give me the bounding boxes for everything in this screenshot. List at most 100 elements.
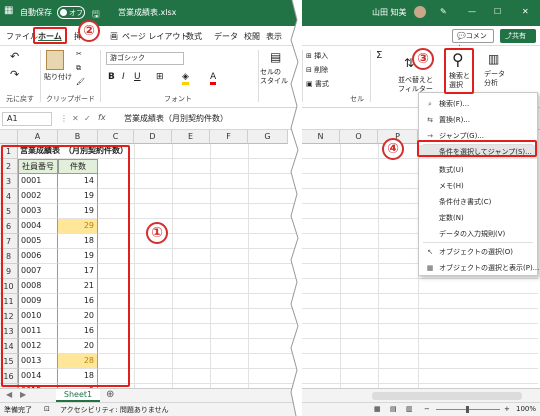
data-range-highlight	[1, 145, 130, 387]
col-header-a[interactable]: A	[18, 130, 58, 144]
menu-item-label: オブジェクトの選択と表示(P)...	[439, 264, 540, 272]
redo-icon[interactable]: ↷	[10, 68, 19, 81]
autosave-label: 自動保存	[20, 8, 52, 17]
formula-menu-icon[interactable]: ⋮	[60, 114, 68, 123]
name-box[interactable]: A1	[2, 112, 52, 126]
zoom-slider-thumb[interactable]	[466, 406, 469, 413]
add-sheet-icon[interactable]: ⊕	[106, 389, 114, 400]
cut-icon[interactable]: ✂	[76, 50, 82, 58]
callout-3: ③	[412, 48, 434, 70]
bold-icon[interactable]: B	[108, 72, 115, 82]
grid-line	[172, 144, 173, 388]
tab-data[interactable]: データ	[214, 31, 238, 42]
close-icon[interactable]: ✕	[522, 7, 529, 16]
menu-item[interactable]: ⇆ 置換(R)...	[419, 113, 537, 127]
tab-formulas[interactable]: 数式	[186, 31, 202, 42]
undo-icon[interactable]: ↶	[10, 50, 19, 63]
zoom-level[interactable]: 100%	[516, 405, 536, 413]
maximize-icon[interactable]: ☐	[494, 7, 501, 16]
menu-item[interactable]: ↖ オブジェクトの選択(O)	[419, 245, 537, 259]
fill-color-icon[interactable]: ◈	[182, 72, 189, 85]
normal-view-icon[interactable]: ▦	[374, 405, 381, 413]
delete-cells-button[interactable]: ⊟ 削除	[306, 65, 328, 75]
sheet-tab-bar: ◀ ▶ Sheet1 ⊕	[0, 388, 540, 402]
borders-icon[interactable]: ⊞	[156, 72, 164, 82]
menu-item[interactable]: メモ(H)	[419, 179, 537, 193]
menu-separator	[423, 242, 533, 243]
cell-styles-button[interactable]: セルの スタイル	[260, 68, 288, 86]
menu-item[interactable]: 数式(U)	[419, 163, 537, 177]
autosave-toggle[interactable]: オフ	[57, 6, 85, 19]
menu-item[interactable]: 定数(N)	[419, 211, 537, 225]
status-ready: 準備完了	[4, 406, 32, 414]
grid-line	[98, 293, 538, 294]
macro-record-icon[interactable]: ⊡	[44, 405, 50, 413]
font-name-select[interactable]: 游ゴシック	[106, 52, 184, 65]
cancel-icon[interactable]: ✕	[72, 114, 79, 123]
insert-cells-button[interactable]: ⊞ 挿入	[306, 51, 328, 61]
grid-line	[98, 338, 538, 339]
page-break-view-icon[interactable]: ▥	[406, 405, 413, 413]
select-all-corner[interactable]	[0, 130, 18, 144]
grid-line	[98, 383, 538, 384]
font-color-icon[interactable]: A	[210, 72, 217, 85]
tab-draw[interactable]: 画	[110, 31, 118, 42]
page-layout-view-icon[interactable]: ▤	[390, 405, 397, 413]
grid-line	[98, 278, 538, 279]
sheet-tab-sheet1[interactable]: Sheet1	[56, 389, 100, 402]
autosum-icon[interactable]: Σ	[376, 50, 382, 61]
format-painter-icon[interactable]: 🖌	[76, 78, 85, 86]
col-header-e[interactable]: E	[172, 130, 210, 144]
grid-line	[98, 323, 538, 324]
zoom-out-icon[interactable]: −	[424, 405, 430, 413]
paste-button[interactable]: 貼り付け	[44, 72, 72, 82]
user-name[interactable]: 山田 知美	[372, 7, 407, 18]
col-header-o[interactable]: O	[340, 130, 378, 144]
scroll-left-icon[interactable]: ◀	[6, 390, 12, 399]
italic-icon[interactable]: I	[122, 72, 125, 82]
col-header-n[interactable]: N	[302, 130, 340, 144]
menu-item[interactable]: 条件付き書式(C)	[419, 195, 537, 209]
grid-line	[378, 144, 379, 388]
tab-view[interactable]: 表示	[266, 31, 282, 42]
tab-review[interactable]: 校閲	[244, 31, 260, 42]
pen-icon[interactable]: ✎	[440, 7, 447, 16]
zoom-in-icon[interactable]: +	[504, 405, 510, 413]
grid-line	[134, 144, 135, 388]
enter-icon[interactable]: ✓	[84, 114, 91, 123]
copy-icon[interactable]: ⧉	[76, 64, 81, 73]
col-header-b[interactable]: B	[58, 130, 98, 144]
share-button[interactable]: ⤴共有	[500, 29, 536, 43]
menu-item-label: オブジェクトの選択(O)	[439, 248, 513, 256]
objects-icon: ▦	[426, 264, 434, 272]
callout-4: ④	[382, 138, 404, 160]
avatar[interactable]	[414, 6, 426, 18]
minimize-icon[interactable]: —	[468, 7, 476, 16]
menu-item[interactable]: ⌕ 検索(F)...	[419, 97, 537, 111]
format-cells-button[interactable]: ▣ 書式	[306, 79, 329, 89]
replace-icon: ⇆	[427, 116, 433, 124]
underline-icon[interactable]: U	[134, 72, 141, 82]
menu-item[interactable]: データの入力規則(V)	[419, 227, 537, 241]
function-icon[interactable]: fx	[98, 113, 106, 122]
paste-icon[interactable]	[46, 50, 64, 70]
data-analysis-button[interactable]: データ 分析	[484, 70, 505, 88]
cursor-icon: ↖	[427, 248, 433, 256]
data-analysis-icon[interactable]: ▥	[488, 52, 499, 66]
horizontal-scrollbar[interactable]	[372, 392, 522, 400]
cell-styles-icon[interactable]: ▤	[270, 50, 281, 64]
find-select-menu: ⌕ 検索(F)... ⇆ 置換(R)... → ジャンプ(G)... 条件を選択してジャンプ…	[418, 92, 540, 276]
file-name: 営業成績表.xlsx	[118, 8, 177, 17]
comments-button[interactable]: 💬コメント	[452, 29, 494, 52]
goto-special-highlight	[417, 140, 537, 157]
menu-item[interactable]: ▦ オブジェクトの選択と表示(P)...	[419, 261, 540, 275]
clipboard-group-label: クリップボード	[46, 95, 95, 103]
col-header-g[interactable]: G	[248, 130, 288, 144]
scroll-right-icon[interactable]: ▶	[20, 390, 26, 399]
tab-page-layout[interactable]: ページ レイアウト	[122, 31, 188, 42]
col-header-f[interactable]: F	[210, 130, 248, 144]
accessibility-status[interactable]: アクセシビリティ: 問題ありません	[60, 405, 169, 415]
col-header-d[interactable]: D	[134, 130, 172, 144]
col-header-c[interactable]: C	[98, 130, 134, 144]
callout-1: ①	[146, 222, 168, 244]
